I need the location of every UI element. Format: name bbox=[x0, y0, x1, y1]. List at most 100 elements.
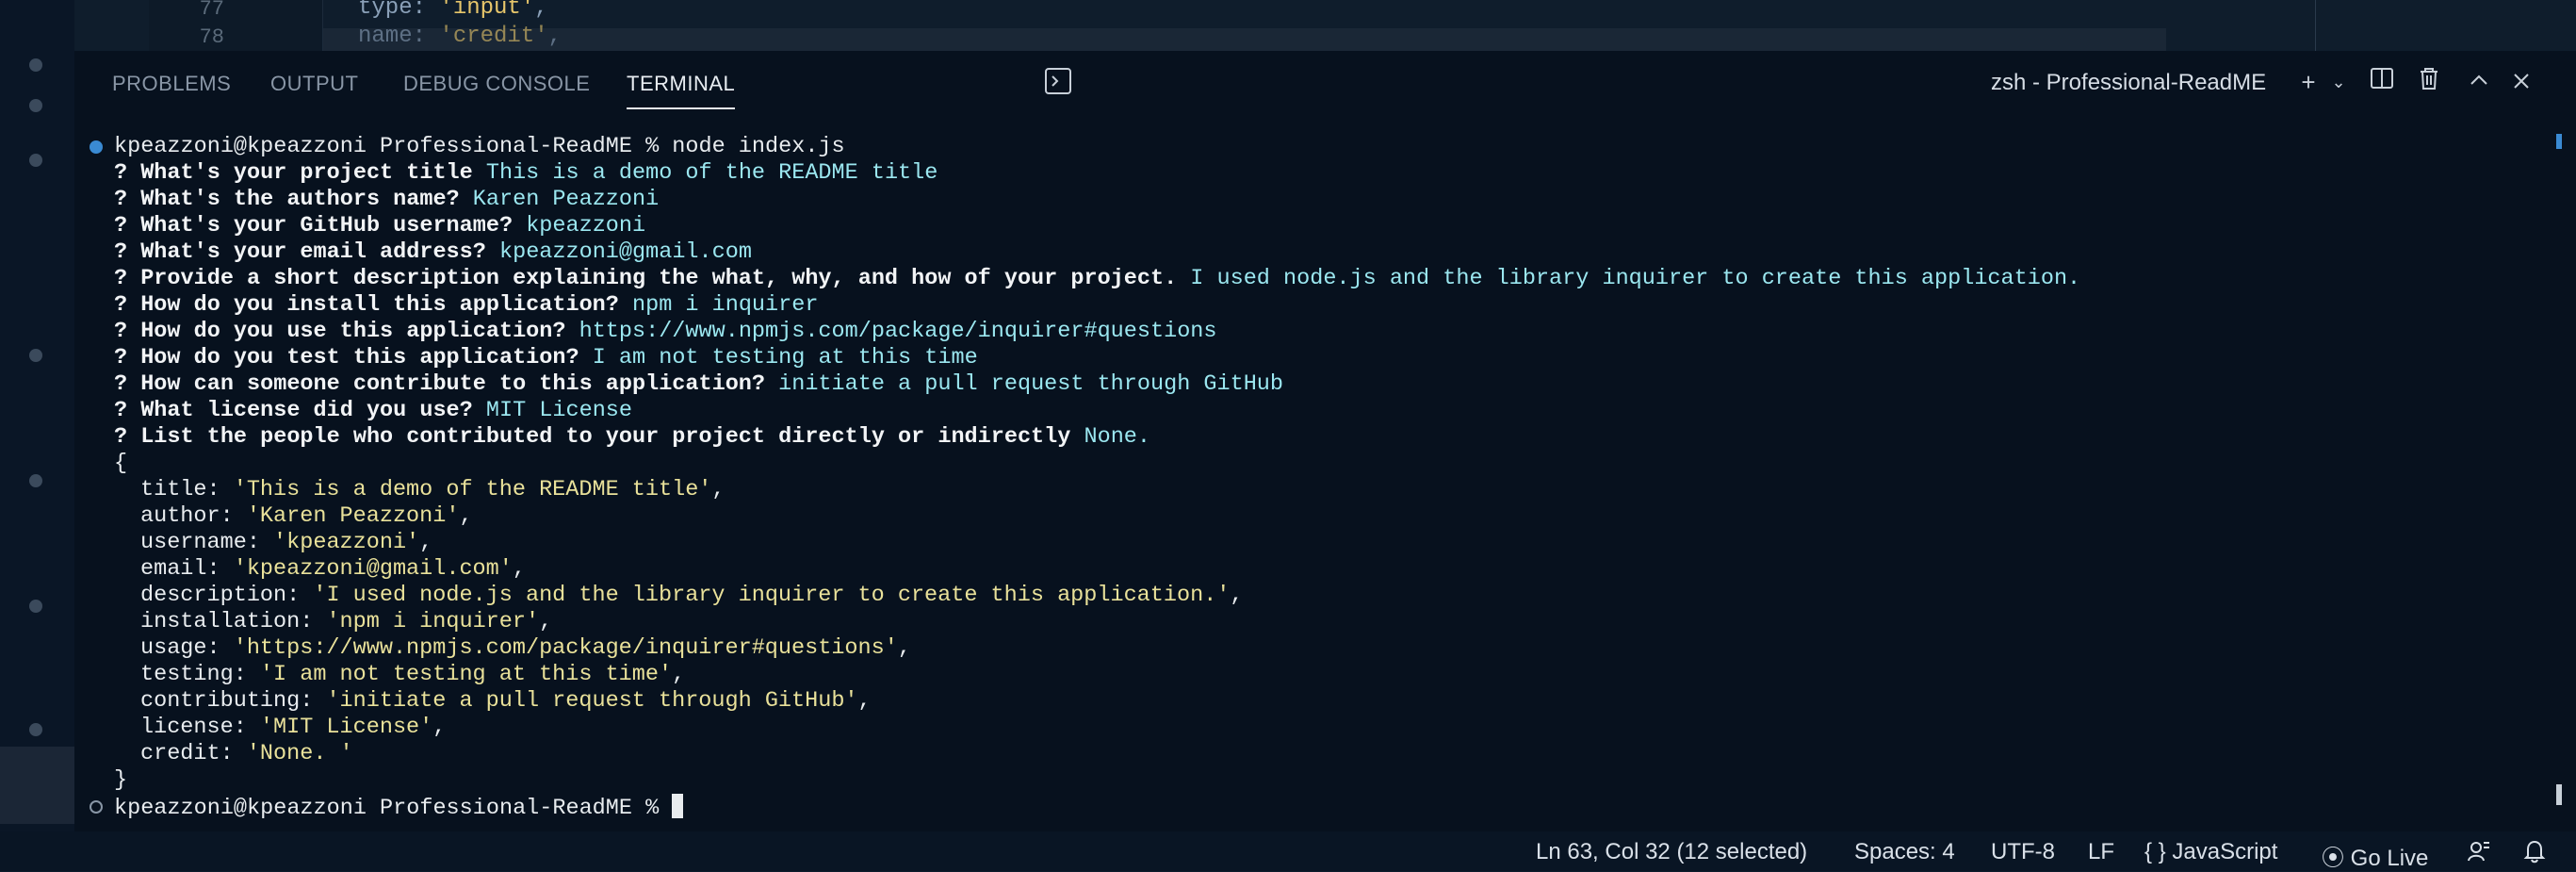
object-property: credit: 'None. ' bbox=[140, 741, 353, 767]
split-terminal-icon[interactable] bbox=[2366, 66, 2398, 98]
property-punct: , bbox=[897, 635, 911, 661]
question-text: ? How do you test this application? bbox=[114, 345, 579, 370]
line-gutter: 77 78 bbox=[149, 0, 323, 51]
answer-text: kpeazzoni bbox=[526, 213, 646, 239]
code-line[interactable]: type: 'input', bbox=[358, 0, 548, 21]
question-text: ? What license did you use? bbox=[114, 398, 473, 423]
property-value: 'initiate a pull request through GitHub' bbox=[326, 688, 858, 714]
answer-text: This is a demo of the README title bbox=[485, 160, 938, 186]
code-key: type: bbox=[358, 0, 440, 21]
property-punct: , bbox=[419, 530, 433, 555]
object-property: installation: 'npm i inquirer', bbox=[140, 609, 552, 635]
property-punct: , bbox=[459, 503, 473, 529]
scrollbar-thumb[interactable] bbox=[2556, 784, 2562, 805]
new-terminal-icon[interactable]: + bbox=[2292, 66, 2324, 98]
object-property: usage: 'https://www.npmjs.com/package/in… bbox=[140, 635, 911, 662]
property-key: testing: bbox=[140, 662, 260, 687]
cursor-position[interactable]: Ln 63, Col 32 (12 selected) bbox=[1536, 839, 1807, 865]
property-punct: , bbox=[432, 715, 447, 740]
indentation[interactable]: Spaces: 4 bbox=[1854, 839, 1955, 865]
property-key: description: bbox=[140, 583, 314, 608]
question-text: ? How do you use this application? bbox=[114, 319, 566, 344]
terminal-name[interactable]: zsh - Professional-ReadME bbox=[1991, 70, 2266, 96]
feedback-icon[interactable] bbox=[2467, 839, 2491, 870]
chevron-down-icon[interactable]: ⌄ bbox=[2323, 66, 2355, 98]
tab-problems[interactable]: PROBLEMS bbox=[112, 72, 231, 96]
end-of-line[interactable]: LF bbox=[2088, 839, 2114, 865]
panel-tabs: PROBLEMS OUTPUT DEBUG CONSOLE TERMINAL z… bbox=[74, 51, 2576, 119]
activity-selected bbox=[0, 747, 74, 824]
property-value: 'I used node.js and the library inquirer… bbox=[313, 583, 1231, 608]
object-property: author: 'Karen Peazzoni', bbox=[140, 503, 473, 530]
maximize-panel-icon[interactable] bbox=[2463, 66, 2495, 98]
editor-area[interactable]: 77 78 type: 'input', name: 'credit', bbox=[74, 0, 2576, 51]
property-key: usage: bbox=[140, 635, 234, 661]
activity-bar bbox=[0, 0, 74, 871]
line-number: 77 bbox=[199, 0, 224, 21]
property-punct: , bbox=[672, 662, 686, 687]
code-string: 'input' bbox=[439, 0, 535, 21]
final-prompt: kpeazzoni@kpeazzoni Professional-ReadME … bbox=[114, 796, 673, 821]
property-key: title: bbox=[140, 477, 234, 502]
object-property: license: 'MIT License', bbox=[140, 715, 446, 741]
prompt-question: ? What license did you use? MIT License bbox=[114, 398, 632, 424]
activity-icon[interactable] bbox=[29, 154, 42, 167]
close-icon[interactable] bbox=[2505, 66, 2537, 98]
answer-text: Karen Peazzoni bbox=[472, 187, 660, 212]
object-property: username: 'kpeazzoni', bbox=[140, 530, 432, 556]
code-punct: , bbox=[534, 0, 548, 21]
question-text: ? List the people who contributed to you… bbox=[114, 424, 1071, 450]
activity-icon[interactable] bbox=[29, 474, 42, 487]
go-live-button[interactable]: ⦿ Go Live bbox=[2322, 839, 2428, 872]
property-punct: , bbox=[512, 556, 526, 582]
object-property: title: 'This is a demo of the README tit… bbox=[140, 477, 726, 503]
property-key: username: bbox=[140, 530, 274, 555]
tab-terminal[interactable]: TERMINAL bbox=[627, 72, 736, 109]
activity-icon[interactable] bbox=[29, 58, 42, 72]
tab-debug-console[interactable]: DEBUG CONSOLE bbox=[403, 72, 590, 96]
property-value: 'None. ' bbox=[246, 741, 353, 766]
prompt-question: ? How can someone contribute to this app… bbox=[114, 371, 1283, 398]
activity-icon[interactable] bbox=[29, 99, 42, 112]
encoding[interactable]: UTF-8 bbox=[1991, 839, 2055, 865]
terminal-output[interactable]: kpeazzoni@kpeazzoni Professional-ReadME … bbox=[74, 134, 2576, 831]
activity-icon[interactable] bbox=[29, 600, 42, 613]
property-value: 'kpeazzoni' bbox=[273, 530, 420, 555]
property-value: 'I am not testing at this time' bbox=[259, 662, 673, 687]
activity-icon[interactable] bbox=[29, 349, 42, 362]
property-value: 'Karen Peazzoni' bbox=[246, 503, 460, 529]
object-property: description: 'I used node.js and the lib… bbox=[140, 583, 1244, 609]
prompt-question: ? What's your GitHub username? kpeazzoni bbox=[114, 213, 645, 239]
scrollbar-marker[interactable] bbox=[2556, 134, 2562, 149]
property-punct: , bbox=[857, 688, 872, 714]
prompt-question: ? What's your project title This is a de… bbox=[114, 160, 937, 187]
property-key: license: bbox=[140, 715, 260, 740]
object-open-brace: { bbox=[114, 451, 128, 476]
tab-output[interactable]: OUTPUT bbox=[270, 72, 358, 96]
property-value: 'npm i inquirer' bbox=[326, 609, 540, 634]
property-punct: , bbox=[539, 609, 553, 634]
language-label: JavaScript bbox=[2172, 839, 2278, 864]
language-mode[interactable]: { } JavaScript bbox=[2144, 839, 2277, 865]
code-line[interactable]: name: 'credit', bbox=[358, 24, 562, 49]
answer-text: npm i inquirer bbox=[632, 292, 819, 318]
bell-icon[interactable] bbox=[2523, 839, 2546, 870]
prompt-question: ? List the people who contributed to you… bbox=[114, 424, 1150, 451]
property-value: 'https://www.npmjs.com/package/inquirer#… bbox=[233, 635, 898, 661]
text-cursor bbox=[672, 794, 684, 818]
accounts-icon[interactable] bbox=[29, 723, 42, 736]
answer-text: https://www.npmjs.com/package/inquirer#q… bbox=[579, 319, 1217, 344]
go-live-label: Go Live bbox=[2350, 846, 2429, 871]
object-close-brace: } bbox=[114, 767, 128, 793]
trash-icon[interactable] bbox=[2413, 66, 2445, 98]
property-key: credit: bbox=[140, 741, 247, 766]
bottom-panel: PROBLEMS OUTPUT DEBUG CONSOLE TERMINAL z… bbox=[74, 51, 2576, 831]
braces-icon: { } bbox=[2144, 839, 2166, 864]
final-prompt-line[interactable]: kpeazzoni@kpeazzoni Professional-ReadME … bbox=[114, 794, 684, 821]
object-property: testing: 'I am not testing at this time'… bbox=[140, 662, 685, 688]
command-success-dot bbox=[90, 140, 103, 154]
answer-text: initiate a pull request through GitHub bbox=[778, 371, 1284, 397]
prompt-pending-dot bbox=[90, 800, 103, 814]
code-punct: , bbox=[547, 24, 562, 49]
property-value: 'This is a demo of the README title' bbox=[233, 477, 712, 502]
